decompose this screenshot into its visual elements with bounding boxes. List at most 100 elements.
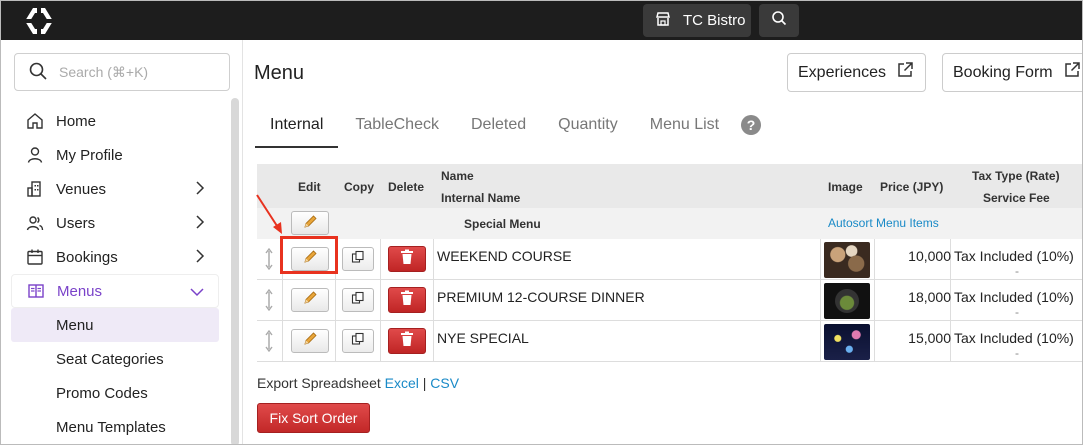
menu-item-service-fee: -: [1015, 346, 1019, 360]
menu-item-image: [824, 283, 870, 319]
venue-selector-button[interactable]: TC Bistro: [643, 4, 751, 37]
drag-handle-icon[interactable]: [264, 329, 274, 357]
tab-quantity[interactable]: Quantity: [543, 110, 633, 148]
sidebar-item-users[interactable]: Users: [11, 206, 219, 240]
chevron-right-icon: [195, 181, 205, 199]
app-logo-icon[interactable]: [23, 6, 55, 36]
sidebar-item-label: My Profile: [56, 146, 123, 164]
sidebar-subitem-menu[interactable]: Menu: [11, 308, 219, 342]
help-icon[interactable]: ?: [741, 115, 761, 135]
global-search-button[interactable]: [759, 4, 799, 37]
menu-item-image: [824, 242, 870, 278]
menu-item-name: NYE SPECIAL: [437, 330, 529, 346]
top-bar: TC Bistro: [1, 1, 1082, 40]
building-icon: [24, 178, 46, 200]
menu-item-price: 18,000: [908, 289, 951, 305]
booking-form-label: Booking Form: [953, 63, 1053, 81]
annotation-highlight-box: [280, 236, 338, 274]
drag-handle-icon[interactable]: [264, 288, 274, 316]
menu-item-name: WEEKEND COURSE: [437, 248, 572, 264]
experiences-label: Experiences: [798, 63, 887, 81]
edit-button[interactable]: [291, 329, 329, 353]
copy-button[interactable]: [342, 288, 374, 312]
copy-button[interactable]: [342, 329, 374, 353]
page-title: Menu: [254, 62, 305, 84]
header-service-fee: Service Fee: [983, 191, 1050, 205]
chevron-right-icon: [195, 249, 205, 267]
sidebar-subitem-promo-codes[interactable]: Promo Codes: [11, 376, 219, 410]
calendar-icon: [24, 246, 46, 268]
tab-deleted[interactable]: Deleted: [456, 110, 541, 148]
edit-button[interactable]: [291, 288, 329, 312]
search-icon: [29, 62, 47, 83]
user-icon: [24, 144, 46, 166]
sidebar-item-home[interactable]: Home: [11, 104, 219, 138]
export-separator: |: [422, 375, 427, 391]
sidebar-item-menus[interactable]: Menus: [11, 274, 219, 308]
home-icon: [24, 110, 46, 132]
tab-internal[interactable]: Internal: [255, 110, 339, 148]
sidebar-item-label: Bookings: [56, 248, 118, 266]
export-spreadsheet: Export Spreadsheet Excel | CSV: [257, 375, 459, 391]
menu-item-price: 10,000: [908, 248, 951, 264]
experiences-button[interactable]: Experiences: [787, 53, 926, 92]
external-link-icon: [896, 61, 914, 84]
tab-menu-list[interactable]: Menu List: [635, 110, 734, 148]
sidebar-search-input[interactable]: Search (⌘+K): [14, 53, 230, 91]
sidebar-subitem-menu-templates[interactable]: Menu Templates: [11, 410, 219, 444]
menu-item-tax: Tax Included (10%): [954, 330, 1074, 346]
copy-icon: [351, 250, 365, 269]
sidebar-item-label: Menus: [57, 282, 103, 300]
delete-button[interactable]: [388, 287, 426, 313]
header-copy: Copy: [344, 180, 374, 194]
sidebar-item-venues[interactable]: Venues: [11, 172, 219, 206]
menu-item-price: 15,000: [908, 330, 951, 346]
menu-book-icon: [25, 280, 47, 302]
store-icon: [655, 11, 671, 31]
fix-sort-order-button[interactable]: Fix Sort Order: [257, 403, 370, 433]
sidebar-item-label: Venues: [56, 180, 107, 198]
autosort-link[interactable]: Autosort Menu Items: [828, 216, 939, 230]
pencil-icon: [302, 331, 318, 352]
delete-button[interactable]: [388, 328, 426, 354]
drag-handle-icon[interactable]: [264, 247, 274, 275]
edit-group-button[interactable]: [291, 211, 329, 235]
copy-button[interactable]: [342, 247, 374, 271]
external-link-icon: [1063, 61, 1081, 84]
copy-icon: [351, 332, 365, 351]
header-price: Price (JPY): [880, 180, 944, 194]
header-tax-type: Tax Type (Rate): [972, 169, 1060, 183]
header-image: Image: [828, 180, 863, 194]
chevron-down-icon: [190, 284, 204, 301]
export-csv-link[interactable]: CSV: [430, 375, 459, 391]
pencil-icon: [302, 214, 318, 233]
export-label: Export Spreadsheet: [257, 375, 381, 391]
menu-tabs: Internal TableCheck Deleted Quantity Men…: [255, 110, 736, 148]
sidebar-item-bookings[interactable]: Bookings: [11, 240, 219, 274]
table-row: NYE SPECIAL 15,000 Tax Included (10%) -: [257, 321, 1082, 362]
app-window: TC Bistro Search (⌘+K) Home My Profile V…: [0, 0, 1083, 445]
menu-item-name: PREMIUM 12-COURSE DINNER: [437, 289, 645, 305]
menu-item-tax: Tax Included (10%): [954, 248, 1074, 264]
header-internal-name: Internal Name: [441, 191, 521, 205]
venue-name: TC Bistro: [683, 12, 746, 29]
header-name: Name: [441, 169, 474, 183]
pencil-icon: [302, 290, 318, 311]
annotation-arrow-icon: [256, 194, 282, 234]
sidebar-item-label: Users: [56, 214, 96, 232]
delete-button[interactable]: [388, 246, 426, 272]
group-label: Special Menu: [464, 217, 541, 231]
table-row: WEEKEND COURSE 10,000 Tax Included (10%)…: [257, 239, 1082, 280]
sidebar-item-my-profile[interactable]: My Profile: [11, 138, 219, 172]
menu-item-tax: Tax Included (10%): [954, 289, 1074, 305]
menu-item-service-fee: -: [1015, 305, 1019, 319]
sidebar-scrollbar[interactable]: [231, 98, 239, 444]
tab-tablecheck[interactable]: TableCheck: [340, 110, 454, 148]
booking-form-button[interactable]: Booking Form: [942, 53, 1082, 92]
menu-item-image: [824, 324, 870, 360]
sidebar-subitem-seat-categories[interactable]: Seat Categories: [11, 342, 219, 376]
sidebar-item-label: Home: [56, 112, 97, 130]
search-icon: [771, 10, 787, 31]
export-excel-link[interactable]: Excel: [385, 375, 419, 391]
chevron-right-icon: [195, 215, 205, 233]
